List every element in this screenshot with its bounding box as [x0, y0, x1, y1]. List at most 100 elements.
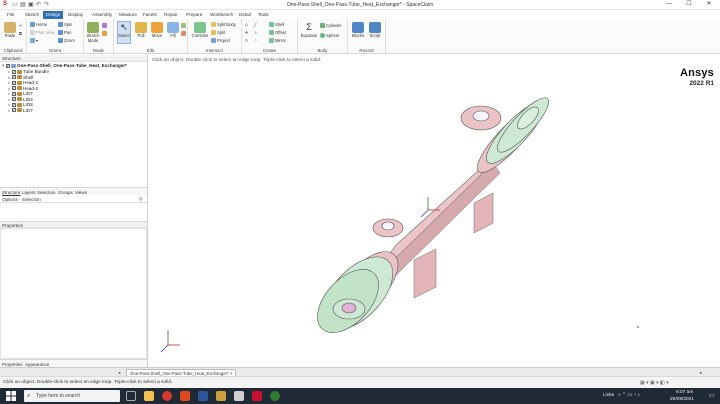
- visibility-checkbox[interactable]: [6, 63, 10, 68]
- tab-assembly[interactable]: Assembly: [89, 11, 115, 19]
- select-button[interactable]: ↖ Select: [117, 21, 131, 44]
- selection-filter-icon[interactable]: ▦ ▾ ▣ ▾ ◧ ▾: [640, 380, 669, 386]
- linear-pattern-icon[interactable]: ⠿: [245, 38, 248, 43]
- tab-workbench[interactable]: Workbench: [207, 11, 236, 19]
- move-label: Move: [151, 33, 163, 38]
- view-cube-button[interactable]: ▾: [30, 38, 38, 44]
- blocks-button[interactable]: Blocks: [350, 22, 366, 38]
- offset-button[interactable]: Offset: [269, 30, 287, 36]
- script-button[interactable]: Script: [367, 22, 383, 38]
- camtasia-icon[interactable]: [270, 391, 280, 401]
- section-mode-icon[interactable]: [102, 23, 108, 29]
- window-title: One-Pass-Shell_One-Pass-Tube_Heat_Exchan…: [286, 2, 434, 8]
- word-icon[interactable]: [198, 391, 208, 401]
- pin-icon[interactable]: ⚲: [139, 197, 143, 203]
- tab-tools[interactable]: Tools: [255, 11, 272, 19]
- tab-layers[interactable]: Layers: [22, 190, 36, 195]
- file-explorer-icon[interactable]: [144, 391, 154, 401]
- tab-views[interactable]: Views: [75, 190, 87, 195]
- cut-icon[interactable]: ✂: [19, 23, 23, 28]
- shell-button[interactable]: Shell: [269, 22, 284, 28]
- circular-pattern-icon[interactable]: ⁘: [254, 38, 258, 43]
- spin-label: Spin: [64, 22, 73, 27]
- tab-structure[interactable]: Structure: [2, 190, 20, 195]
- title-bar: S ▭ ▤ ▣ ↶ ↷ One-Pass-Shell_One-Pass-Tube…: [0, 0, 720, 10]
- cylinder-button[interactable]: Cylinder: [320, 23, 341, 29]
- visibility-checkbox[interactable]: [12, 69, 16, 74]
- links-toolbar[interactable]: Links: [603, 393, 614, 398]
- windows-start-icon[interactable]: [6, 391, 16, 401]
- tray-icons[interactable]: » ⌃ ▭ ◔ ♪: [618, 393, 640, 398]
- tab-selection[interactable]: Selection: [37, 190, 56, 195]
- plane-icon[interactable]: ◇: [245, 22, 248, 27]
- visibility-checkbox[interactable]: [12, 85, 16, 91]
- point-icon[interactable]: ✣: [245, 30, 249, 35]
- clock-date[interactable]: 26/09/2021: [670, 397, 694, 402]
- split-body-button[interactable]: Split Body: [211, 22, 236, 28]
- left-panel: Structure ▿One-Pass-Shell_One-Pass-Tube_…: [0, 55, 148, 367]
- tab-repair[interactable]: Repair: [161, 11, 181, 19]
- close-button[interactable]: ✕: [700, 0, 718, 9]
- workbench-icon[interactable]: [216, 391, 226, 401]
- move-button[interactable]: Move: [150, 22, 164, 38]
- task-view-icon[interactable]: [126, 391, 136, 401]
- visibility-checkbox[interactable]: [12, 80, 16, 85]
- minimize-button[interactable]: —: [660, 0, 678, 9]
- tab-detail[interactable]: Detail: [236, 11, 254, 19]
- pan-button[interactable]: Pan: [58, 30, 71, 36]
- ansys-app-icon[interactable]: [234, 391, 244, 401]
- sphere-button[interactable]: Sphere: [320, 33, 340, 39]
- sketch-mode-button[interactable]: Sketch Mode: [86, 22, 100, 43]
- tab-sketch[interactable]: Sketch: [22, 11, 42, 19]
- notifications-icon[interactable]: ▭: [709, 392, 715, 399]
- tab-properties[interactable]: Properties: [2, 362, 23, 367]
- visibility-checkbox[interactable]: [12, 102, 16, 107]
- zoom-button[interactable]: Zoom: [58, 38, 75, 44]
- equation-button[interactable]: Σ Equation: [300, 22, 318, 38]
- origin-icon[interactable]: ⊹: [254, 30, 258, 35]
- chrome-icon[interactable]: [162, 391, 172, 401]
- maximize-button[interactable]: ☐: [680, 0, 698, 9]
- mirror-button[interactable]: Mirror: [269, 38, 286, 44]
- support-saddle-left[interactable]: [413, 248, 437, 299]
- blend-icon[interactable]: [181, 23, 187, 29]
- office-icon[interactable]: [180, 391, 190, 401]
- 3d-viewport[interactable]: Click an object. Double-click to select …: [148, 55, 720, 367]
- tree-item-lid7b[interactable]: ▹LID7: [8, 107, 33, 114]
- edit-group: ↖ Select Pull Move Fill Edit: [114, 19, 188, 54]
- tab-display[interactable]: Display: [65, 11, 86, 19]
- visibility-checkbox[interactable]: [12, 96, 16, 102]
- clock-time[interactable]: 8:07 am: [676, 390, 693, 395]
- visibility-checkbox[interactable]: [12, 107, 16, 113]
- paste-button[interactable]: Paste: [3, 22, 17, 38]
- plan-view-button[interactable]: Plan View: [30, 30, 55, 36]
- pull-button[interactable]: Pull: [134, 22, 148, 38]
- left-outlet-opening[interactable]: [341, 302, 357, 314]
- top-nozzle-opening[interactable]: [472, 110, 490, 122]
- project-button[interactable]: Project: [211, 38, 230, 44]
- home-button[interactable]: Home: [30, 22, 47, 28]
- tab-appearance[interactable]: Appearance: [25, 362, 49, 367]
- visibility-checkbox[interactable]: [12, 91, 16, 96]
- combine-button[interactable]: Combine: [191, 22, 209, 38]
- axis-icon[interactable]: ╱: [254, 22, 257, 27]
- tab-file[interactable]: File: [4, 11, 17, 19]
- taskbar-search[interactable]: ⌕ Type here to search: [24, 390, 120, 402]
- spin-button[interactable]: Spin: [58, 22, 73, 28]
- mid-nozzle-opening[interactable]: [381, 221, 395, 231]
- tab-groups[interactable]: Groups: [58, 190, 73, 195]
- spaceclaim-taskbar-icon[interactable]: [252, 391, 262, 401]
- heat-exchanger-model[interactable]: [148, 55, 720, 367]
- split-button[interactable]: Split: [211, 30, 225, 36]
- tab-facets[interactable]: Facets: [140, 11, 160, 19]
- tab-prepare[interactable]: Prepare: [183, 11, 205, 19]
- copy-icon[interactable]: ⧉: [19, 31, 22, 36]
- 3d-mode-icon[interactable]: [102, 31, 108, 37]
- tab-measure[interactable]: Measure: [116, 11, 140, 19]
- tab-design[interactable]: Design: [43, 11, 64, 19]
- fill-button[interactable]: Fill: [166, 22, 180, 38]
- offset-label: Offset: [275, 30, 287, 35]
- visibility-checkbox[interactable]: [12, 74, 16, 80]
- tweak-face-icon[interactable]: [181, 31, 187, 37]
- support-saddle-right[interactable]: [473, 192, 494, 234]
